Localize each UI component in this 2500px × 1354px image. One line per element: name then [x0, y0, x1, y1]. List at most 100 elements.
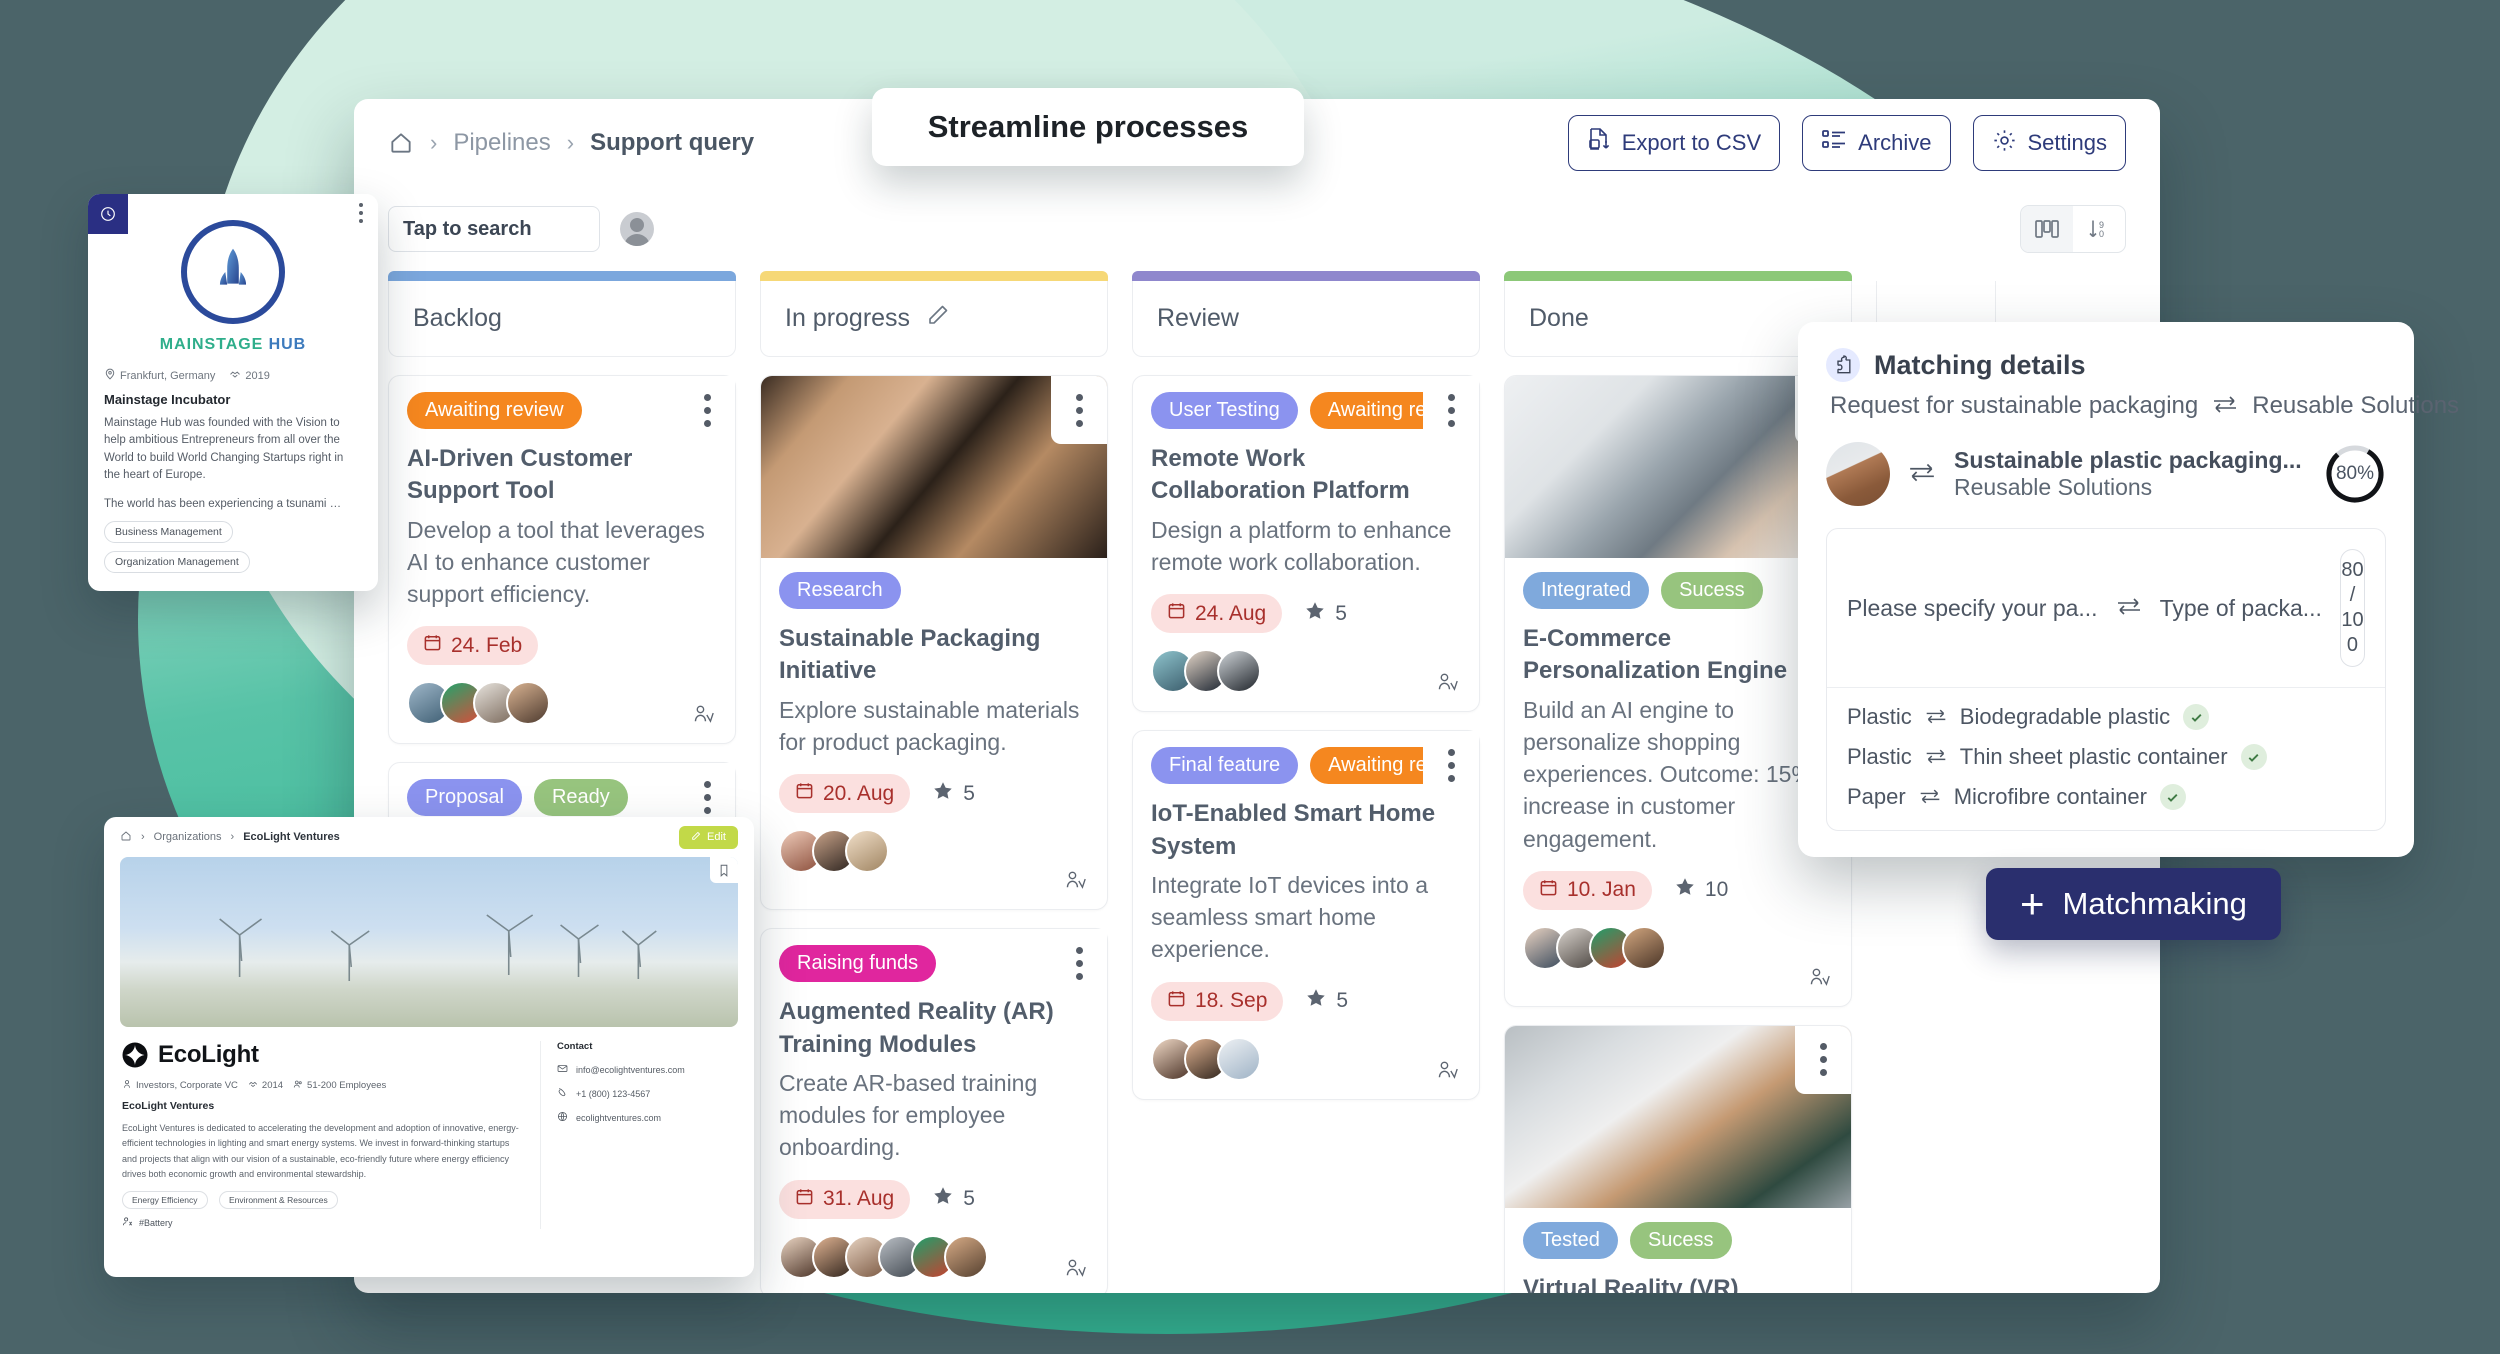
breadcrumb-separator-2: › [230, 831, 235, 843]
column-header[interactable]: Review [1132, 281, 1480, 357]
breadcrumb-item-organizations[interactable]: Organizations [154, 831, 222, 843]
ecolight-chip[interactable]: Environment & Resources [218, 1191, 338, 1210]
breadcrumb-item-pipelines[interactable]: Pipelines [453, 129, 550, 157]
edit-button[interactable]: Edit [679, 825, 738, 849]
settings-button[interactable]: Settings [1972, 115, 2126, 171]
header-actions: Export to CSV Archive Settings [1567, 115, 2126, 171]
calendar-icon [795, 1187, 814, 1212]
tag-chip[interactable]: Integrated [1523, 572, 1650, 609]
hub-chip[interactable]: Organization Management [104, 551, 250, 574]
match-result-row[interactable]: Sustainable plastic packaging... Reusabl… [1826, 442, 2386, 506]
export-to-csv-button[interactable]: Export to CSV [1567, 115, 1781, 171]
ecolight-meta: Investors, Corporate VC 2014 51-200 Empl… [122, 1079, 522, 1092]
mainstage-hub-card[interactable]: MAINSTAGE HUB Frankfurt, Germany 2019 Ma… [88, 194, 378, 592]
tag-chip[interactable]: Research [779, 572, 901, 609]
matching-details-title: Matching details [1874, 349, 2086, 380]
assign-user-icon[interactable] [1065, 1258, 1089, 1283]
ecolight-body: EcoLight Investors, Corporate VC 2014 51… [104, 1027, 754, 1230]
assign-user-icon[interactable] [1809, 967, 1833, 992]
card-menu-icon[interactable] [1051, 376, 1107, 444]
tag-chip[interactable]: Sucess [1629, 1221, 1732, 1259]
score-numerator: 80 [2341, 559, 2364, 581]
pencil-icon[interactable] [926, 303, 950, 334]
tag-chip[interactable]: Ready [533, 779, 628, 817]
archive-label: Archive [1858, 130, 1932, 155]
home-icon[interactable] [120, 830, 132, 845]
toolbar: Tap to search 90 [354, 187, 2160, 271]
tag-chip[interactable]: Awaiting review [407, 392, 582, 429]
streamline-processes-banner: Streamline processes [872, 88, 1304, 166]
sort-descending-numeric-icon[interactable]: 90 [2073, 206, 2125, 252]
avatar[interactable] [944, 1234, 988, 1279]
avatar[interactable] [1217, 649, 1261, 694]
assign-user-icon[interactable] [1065, 870, 1089, 895]
tag-chip[interactable]: Raising funds [779, 945, 937, 983]
swap-arrows-icon [1919, 784, 1941, 810]
contact-email-row[interactable]: info@ecolightventures.com [557, 1063, 736, 1076]
swap-arrows-icon [1925, 744, 1947, 770]
ecolight-tag[interactable]: #Battery [122, 1216, 522, 1229]
contact-email: info@ecolightventures.com [576, 1064, 685, 1075]
breadcrumb-item-ecolight-ventures[interactable]: EcoLight Ventures [243, 831, 340, 843]
user-avatar-icon[interactable] [620, 212, 654, 246]
column-accent-bar [1504, 271, 1852, 281]
task-card[interactable]: Raising funds Augmented Reality (AR) Tra… [760, 928, 1108, 1293]
avatar[interactable] [845, 829, 889, 874]
task-card[interactable]: User Testing Awaiting review Remote Work… [1132, 375, 1480, 713]
due-date-chip: 24. Aug [1151, 594, 1283, 634]
contact-website-row[interactable]: ecolightventures.com [557, 1111, 736, 1124]
card-menu-icon[interactable] [1795, 1025, 1851, 1094]
due-date-chip: 10. Jan [1523, 870, 1652, 910]
card-menu-icon[interactable] [1423, 731, 1479, 800]
ecolight-chip[interactable]: Energy Efficiency [122, 1191, 208, 1210]
kanban-column-in-progress: In progress Research Sustainable Packagi… [760, 271, 1108, 1293]
avatar[interactable] [506, 681, 550, 726]
breadcrumb-separator-1: › [430, 130, 438, 155]
card-menu-icon[interactable] [679, 376, 735, 444]
tag-chip[interactable]: Sucess [1661, 572, 1763, 609]
matchmaking-button[interactable]: + Matchmaking [1986, 868, 2281, 940]
tag-chip[interactable]: Proposal [407, 779, 522, 817]
avatar[interactable] [1217, 1036, 1261, 1081]
tag-chip[interactable]: User Testing [1151, 392, 1298, 429]
assign-user-icon[interactable] [1437, 1060, 1461, 1085]
hub-chip[interactable]: Business Management [104, 521, 233, 544]
contact-phone: +1 (800) 123-4567 [576, 1088, 651, 1099]
card-avatars [1151, 649, 1461, 694]
task-card[interactable]: Research Sustainable Packaging Initiativ… [760, 375, 1108, 911]
tag-chip[interactable]: Tested [1523, 1221, 1618, 1259]
archive-button[interactable]: Archive [1802, 115, 1951, 171]
home-icon[interactable] [388, 130, 414, 156]
avatar[interactable] [1622, 925, 1666, 970]
column-header[interactable]: Backlog [388, 281, 736, 357]
handshake-icon [248, 1079, 258, 1092]
task-card[interactable]: Tested Sucess Virtual Reality (VR) Touri… [1504, 1024, 1852, 1293]
task-card[interactable]: Final feature Awaiting review IoT-Enable… [1132, 730, 1480, 1100]
ecolight-chips: Energy Efficiency Environment & Resource… [122, 1182, 522, 1210]
card-menu-icon[interactable] [1423, 376, 1479, 444]
kanban-column-backlog: Backlog Awaiting review AI-Driven Custom… [388, 271, 736, 870]
contact-phone-row[interactable]: +1 (800) 123-4567 [557, 1087, 736, 1100]
card-tags: User Testing Awaiting review [1151, 392, 1461, 429]
card-title: E-Commerce Personalization Engine [1523, 625, 1788, 685]
tag-chip[interactable]: Final feature [1151, 747, 1299, 785]
handshake-icon [229, 368, 241, 383]
hub-founded-year: 2019 [245, 369, 270, 382]
ecolight-organization-card[interactable]: › Organizations › EcoLight Ventures Edit [104, 817, 754, 1277]
card-menu-icon[interactable] [344, 194, 378, 232]
search-input[interactable]: Tap to search [388, 206, 600, 252]
task-card[interactable]: Awaiting review AI-Driven Customer Suppo… [388, 375, 736, 745]
card-menu-icon[interactable] [1051, 929, 1107, 998]
hub-brand-primary: MAINSTAGE [159, 336, 264, 353]
card-tags: Awaiting review [407, 392, 717, 429]
assign-user-icon[interactable] [1437, 672, 1461, 697]
rating-value: 5 [963, 1187, 975, 1210]
due-date-chip: 31. Aug [779, 1179, 911, 1219]
assign-user-icon[interactable] [693, 704, 717, 729]
card-title: Remote Work Collaboration Platform [1151, 445, 1410, 505]
kanban-board-icon[interactable] [2021, 206, 2073, 252]
card-tags: Proposal Ready [407, 779, 717, 817]
column-header[interactable]: In progress [760, 281, 1108, 357]
breadcrumb-item-support-query[interactable]: Support query [590, 129, 754, 157]
column-accent-bar [1132, 271, 1480, 281]
